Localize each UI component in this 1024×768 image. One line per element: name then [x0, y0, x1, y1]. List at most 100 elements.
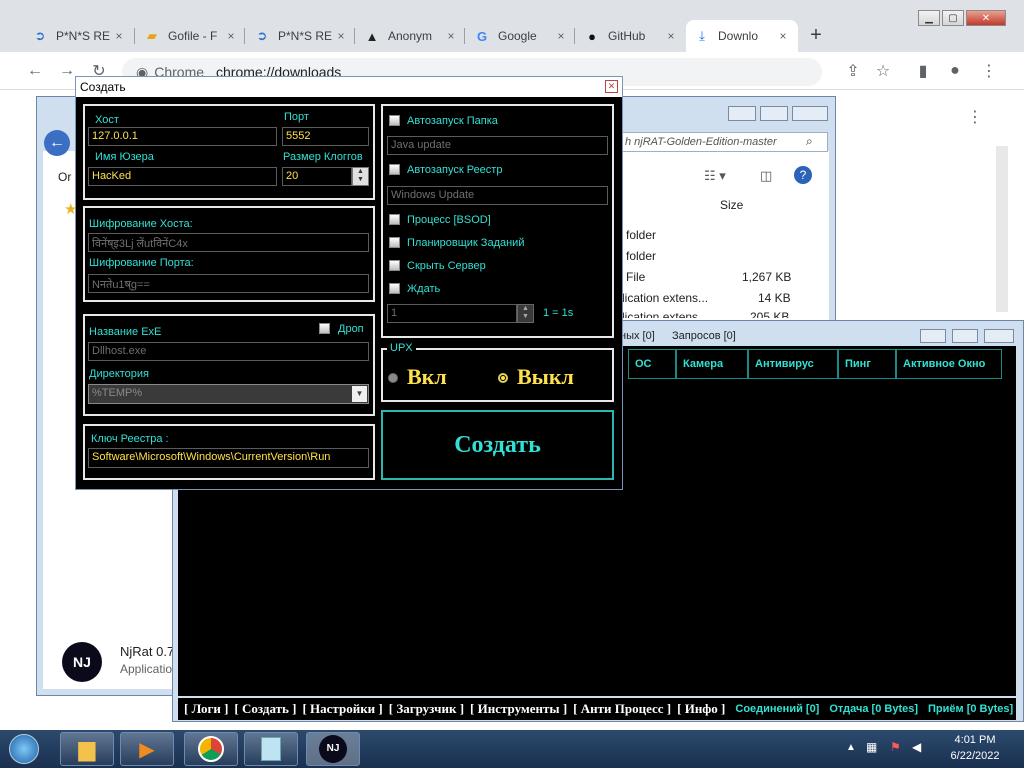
- dialog-close-icon[interactable]: ✕: [605, 80, 618, 93]
- page-menu-icon[interactable]: ⋮: [964, 106, 986, 128]
- tray-chevron-icon[interactable]: ▲: [846, 742, 856, 753]
- col-antivirus[interactable]: Антивирус: [748, 349, 838, 379]
- close-icon[interactable]: ×: [444, 29, 458, 43]
- tab-separator: [574, 28, 575, 44]
- tab-4[interactable]: G Google ×: [466, 20, 576, 52]
- file-size: 1,267 KB: [742, 270, 792, 284]
- menu-logs[interactable]: [ Логи ]: [184, 701, 228, 717]
- upx-off-radio[interactable]: [498, 373, 508, 383]
- taskbar-notepad[interactable]: [244, 732, 298, 766]
- autorun-registry-checkbox[interactable]: [389, 164, 400, 175]
- enc-host-input[interactable]: विनेंष्इ3Lj लेंutविनेंC4x: [88, 233, 369, 252]
- port-input[interactable]: 5552: [282, 127, 369, 146]
- preview-icon[interactable]: ◫: [760, 168, 772, 184]
- volume-icon[interactable]: ◀: [912, 740, 921, 754]
- star-icon[interactable]: ☆: [872, 60, 894, 82]
- network-icon[interactable]: ▦: [866, 740, 877, 754]
- njmain-close[interactable]: [984, 329, 1014, 343]
- tab-6-active[interactable]: ⤓ Downlo ×: [686, 20, 798, 52]
- col-os[interactable]: ОС: [628, 349, 676, 379]
- upx-on-radio[interactable]: [388, 373, 398, 383]
- share-icon[interactable]: ⇪: [842, 60, 864, 82]
- autorun-folder-input[interactable]: Java update: [387, 136, 608, 155]
- tab-5[interactable]: ● GitHub ×: [576, 20, 686, 52]
- upx-off-label[interactable]: Выкл: [517, 364, 574, 390]
- chevron-down-icon[interactable]: ▼: [352, 386, 367, 402]
- explorer-search[interactable]: h njRAT-Golden-Edition-master: [620, 132, 828, 152]
- wait-stepper[interactable]: ▲ ▼: [517, 304, 534, 323]
- explorer-scrollbar[interactable]: [996, 146, 1008, 312]
- wait-hint: 1 = 1s: [543, 307, 574, 319]
- explorer-maximize[interactable]: [760, 106, 788, 121]
- file-type: lication extens...: [622, 291, 709, 305]
- tab-hint[interactable]: ных [0]: [620, 330, 655, 342]
- new-tab-button[interactable]: +: [806, 24, 826, 48]
- menu-create[interactable]: [ Создать ]: [234, 701, 296, 717]
- taskbar-media[interactable]: ▶: [120, 732, 174, 766]
- close-icon[interactable]: ×: [776, 29, 790, 43]
- menu-info[interactable]: [ Инфо ]: [677, 701, 725, 717]
- back-icon[interactable]: ←: [24, 60, 46, 82]
- maximize-button[interactable]: ▢: [942, 10, 964, 26]
- tab-3[interactable]: ▲ Anonym ×: [356, 20, 466, 52]
- enc-port-input[interactable]: Nनतेu1ष्g==: [88, 274, 369, 293]
- log-size-input[interactable]: 20: [282, 167, 352, 186]
- bsod-checkbox[interactable]: [389, 214, 400, 225]
- wait-checkbox[interactable]: [389, 283, 400, 294]
- autorun-registry-input[interactable]: Windows Update: [387, 186, 608, 205]
- upx-on-label[interactable]: Вкл: [407, 364, 447, 390]
- menu-anti-process[interactable]: [ Анти Процесс ]: [573, 701, 671, 717]
- col-active-window[interactable]: Активное Окно: [896, 349, 1002, 379]
- close-icon[interactable]: ×: [224, 29, 238, 43]
- flag-icon[interactable]: ⚑: [890, 740, 901, 754]
- autorun-folder-checkbox[interactable]: [389, 115, 400, 126]
- profile-icon[interactable]: ●: [944, 60, 966, 82]
- exe-name-input[interactable]: Dllhost.exe: [88, 342, 369, 361]
- col-ping[interactable]: Пинг: [838, 349, 896, 379]
- hide-server-checkbox[interactable]: [389, 260, 400, 271]
- explorer-close[interactable]: [792, 106, 828, 121]
- menu-loader[interactable]: [ Загрузчик ]: [389, 701, 464, 717]
- user-input[interactable]: HacKed: [88, 167, 277, 186]
- menu-tools[interactable]: [ Инструменты ]: [470, 701, 567, 717]
- host-input[interactable]: 127.0.0.1: [88, 127, 277, 146]
- njmain-maximize[interactable]: [952, 329, 978, 343]
- close-window-button[interactable]: ✕: [966, 10, 1006, 26]
- clock[interactable]: 4:01 PM 6/22/2022: [930, 732, 1020, 766]
- col-camera[interactable]: Камера: [676, 349, 748, 379]
- menu-settings[interactable]: [ Настройки ]: [302, 701, 382, 717]
- taskbar-njrat[interactable]: NJ: [306, 732, 360, 766]
- explorer-back-icon[interactable]: ←: [44, 130, 70, 156]
- registry-input[interactable]: Software\Microsoft\Windows\CurrentVersio…: [88, 448, 369, 468]
- start-button[interactable]: [4, 730, 44, 768]
- sidepanel-icon[interactable]: ▮: [912, 60, 934, 82]
- create-button[interactable]: Создать: [381, 410, 614, 480]
- bsod-label: Процесс [BSOD]: [407, 214, 491, 226]
- close-icon[interactable]: ×: [554, 29, 568, 43]
- tab-2[interactable]: ➲ P*N*S RE ×: [246, 20, 356, 52]
- explorer-organize[interactable]: Or: [58, 170, 71, 184]
- help-icon[interactable]: ?: [794, 166, 812, 184]
- drop-checkbox[interactable]: [319, 323, 330, 334]
- menu-icon[interactable]: ⋮: [978, 60, 1000, 82]
- njmain-minimize[interactable]: [920, 329, 946, 343]
- explorer-minimize[interactable]: [728, 106, 756, 121]
- tab-1[interactable]: ▰ Gofile - F ×: [136, 20, 246, 52]
- scheduler-label: Планировщик Заданий: [407, 237, 525, 249]
- close-icon[interactable]: ×: [334, 29, 348, 43]
- tab-0[interactable]: ➲ P*N*S RE ×: [24, 20, 134, 52]
- dialog-title: Создать: [76, 77, 622, 97]
- close-icon[interactable]: ×: [112, 29, 126, 43]
- taskbar-explorer[interactable]: ▆: [60, 732, 114, 766]
- minimize-button[interactable]: ▁: [918, 10, 940, 26]
- size-header[interactable]: Size: [720, 198, 743, 212]
- close-icon[interactable]: ×: [664, 29, 678, 43]
- directory-select[interactable]: %TEMP%: [88, 384, 369, 404]
- wait-input[interactable]: 1: [387, 304, 517, 323]
- taskbar-chrome[interactable]: [184, 732, 238, 766]
- requests-tab[interactable]: Запросов [0]: [672, 330, 736, 342]
- view-icon[interactable]: ☷ ▾: [704, 168, 726, 184]
- download-name[interactable]: NjRat 0.7: [120, 644, 174, 659]
- log-size-stepper[interactable]: ▲ ▼: [352, 167, 369, 186]
- scheduler-checkbox[interactable]: [389, 237, 400, 248]
